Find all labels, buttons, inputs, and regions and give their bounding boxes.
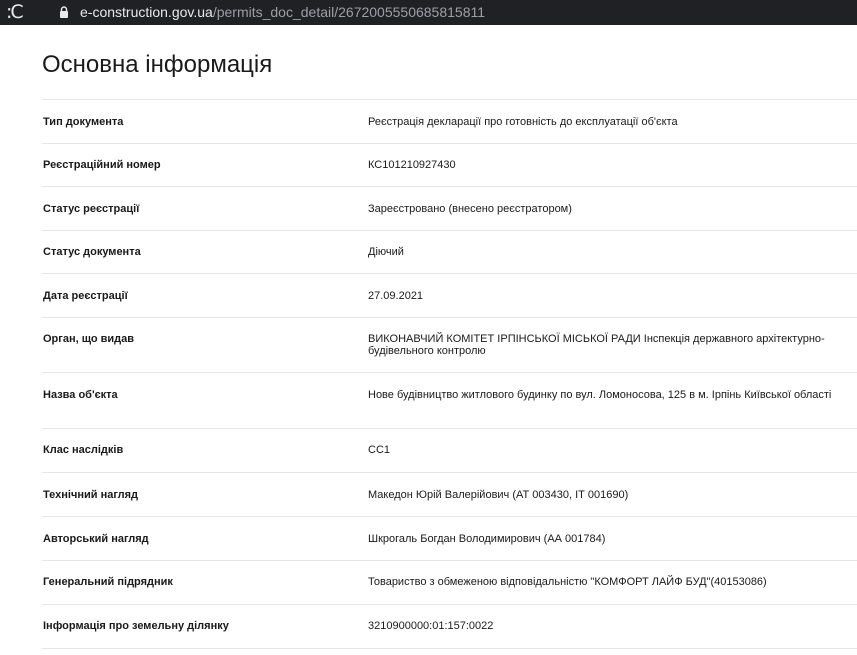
lock-icon[interactable] bbox=[59, 6, 69, 18]
row-technical-supervision: Технічний нагляд Македон Юрій Валерійови… bbox=[42, 472, 857, 516]
row-consequence-class: Клас наслідків СС1 bbox=[42, 428, 857, 472]
row-label: Технічний нагляд bbox=[43, 489, 139, 501]
info-table: Тип документа Реєстрація декларації про … bbox=[42, 99, 857, 649]
url-host: e-construction.gov.ua bbox=[80, 4, 213, 20]
page-content: Основна інформація Тип документа Реєстра… bbox=[0, 25, 857, 655]
row-issuing-authority: Орган, що видав ВИКОНАВЧИЙ КОМІТЕТ ІРПІН… bbox=[42, 317, 857, 372]
row-label: Статус документа bbox=[43, 246, 141, 258]
row-value: Шкрогаль Богдан Володимирович (АА 001784… bbox=[368, 533, 606, 545]
row-registration-date: Дата реєстрації 27.09.2021 bbox=[42, 273, 857, 317]
row-registration-status: Статус реєстрації Зареєстровано (внесено… bbox=[42, 186, 857, 230]
row-value: Нове будівництво житлового будинку по ву… bbox=[368, 389, 832, 401]
browser-toolbar: :C e-construction.gov.ua/permits_doc_det… bbox=[0, 0, 857, 25]
row-object-name: Назва об'єкта Нове будівництво житлового… bbox=[42, 372, 857, 428]
row-label: Реєстраційний номер bbox=[43, 159, 161, 171]
row-value: Товариство з обмеженою відповідальністю … bbox=[368, 576, 767, 588]
row-value: Діючий bbox=[368, 246, 404, 258]
row-value: КС101210927430 bbox=[368, 159, 456, 171]
row-document-status: Статус документа Діючий bbox=[42, 230, 857, 273]
address-bar[interactable]: e-construction.gov.ua/permits_doc_detail… bbox=[80, 3, 485, 21]
row-value: Македон Юрій Валерійович (АТ 003430, ІТ … bbox=[368, 489, 629, 501]
row-value: 27.09.2021 bbox=[368, 290, 424, 302]
row-value: 3210900000:01:157:0022 bbox=[368, 620, 494, 632]
row-label: Статус реєстрації bbox=[43, 203, 140, 215]
row-label: Тип документа bbox=[43, 116, 124, 128]
row-value: Зареєстровано (внесено реєстратором) bbox=[368, 203, 572, 215]
row-registration-number: Реєстраційний номер КС101210927430 bbox=[42, 143, 857, 186]
row-label: Авторський нагляд bbox=[43, 533, 149, 545]
row-value: Реєстрація декларації про готовність до … bbox=[368, 116, 678, 128]
row-label: Орган, що видав bbox=[43, 333, 135, 345]
reload-icon[interactable]: :C bbox=[6, 2, 34, 22]
row-value: ВИКОНАВЧИЙ КОМІТЕТ ІРПІНСЬКОЇ МІСЬКОЇ РА… bbox=[368, 333, 825, 357]
row-label: Назва об'єкта bbox=[43, 389, 118, 401]
row-label: Дата реєстрації bbox=[43, 290, 128, 302]
url-path: /permits_doc_detail/2672005550685815811 bbox=[212, 4, 486, 20]
row-label: Інформація про земельну ділянку bbox=[43, 620, 229, 632]
row-label: Клас наслідків bbox=[43, 444, 124, 456]
row-value: СС1 bbox=[368, 444, 391, 456]
row-document-type: Тип документа Реєстрація декларації про … bbox=[42, 99, 857, 143]
page-title: Основна інформація bbox=[42, 51, 273, 78]
row-land-plot-info: Інформація про земельну ділянку 32109000… bbox=[42, 604, 857, 649]
row-label: Генеральний підрядник bbox=[43, 576, 173, 588]
row-author-supervision: Авторський нагляд Шкрогаль Богдан Володи… bbox=[42, 516, 857, 560]
row-general-contractor: Генеральний підрядник Товариство з обмеж… bbox=[42, 560, 857, 604]
